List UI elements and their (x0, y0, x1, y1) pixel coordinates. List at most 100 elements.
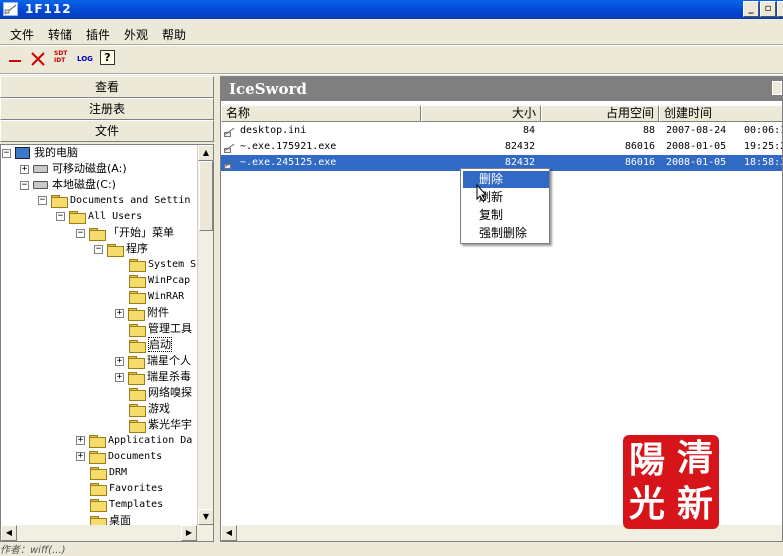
tree-item-my-computer[interactable]: − 我的电脑 (2, 145, 78, 161)
tree-item-templates[interactable]: Templates (90, 497, 163, 513)
tree-label: 我的电脑 (34, 146, 78, 159)
collapse-icon[interactable]: − (76, 228, 85, 238)
scroll-up-icon[interactable]: ▲ (198, 145, 213, 161)
seal-char: 清 (676, 437, 713, 479)
file-icon (223, 124, 237, 137)
log-button[interactable]: LOG (77, 50, 95, 68)
scroll-left-icon[interactable]: ◀ (221, 525, 237, 541)
tree-item-start-menu[interactable]: − 「开始」菜单 (76, 225, 174, 241)
folder-icon (90, 482, 107, 496)
column-header-used[interactable]: 占用空间 (541, 105, 659, 122)
tree-item-local-disk[interactable]: − 本地磁盘(C:) (20, 177, 116, 193)
collapse-icon[interactable]: − (2, 148, 11, 158)
menu-help[interactable]: 帮助 (162, 26, 186, 43)
seal-char: 陽 (628, 439, 665, 481)
tree-label: System S (148, 259, 197, 270)
file-row[interactable]: desktop.ini 84 88 2007-08-24 00:06:1 (221, 123, 783, 139)
scroll-left-icon[interactable]: ◀ (1, 525, 17, 541)
file-row[interactable]: ~.exe.175921.exe 82432 86016 2008-01-05 … (221, 139, 783, 155)
computer-icon (15, 147, 30, 159)
tree-item-net-sniff[interactable]: 网络嗅探 (129, 385, 192, 401)
nav-view-button[interactable]: 查看 (0, 76, 214, 98)
tree-item-documents-settings[interactable]: − Documents and Settin (38, 193, 190, 209)
collapse-icon[interactable]: − (94, 244, 103, 254)
close-button[interactable] (777, 1, 783, 17)
column-header-size[interactable]: 大小 (421, 105, 541, 122)
file-name: ~.exe.245125.exe (240, 157, 337, 168)
nav-registry-button[interactable]: 注册表 (0, 98, 214, 120)
close-red-icon[interactable] (30, 50, 46, 68)
idt-label: IDT (54, 57, 66, 64)
folder-icon (89, 227, 106, 241)
tree-item-unispim[interactable]: 紫光华宇 (129, 417, 192, 433)
status-bar: 作者：wiff(...) (0, 544, 783, 556)
tree-item-startup[interactable]: 启动 (129, 337, 172, 353)
file-size: 84 (522, 125, 535, 136)
nav-files-button[interactable]: 文件 (0, 120, 214, 142)
menu-plugins[interactable]: 插件 (86, 26, 110, 43)
scroll-down-icon[interactable]: ▼ (198, 509, 213, 525)
tree-item-winrar[interactable]: WinRAR (129, 289, 184, 305)
expand-icon[interactable]: + (76, 435, 85, 445)
tree-label: 启动 (148, 337, 172, 352)
tree-item-games[interactable]: 游戏 (129, 401, 170, 417)
title-bar: 1F112 _ ▫ (0, 0, 783, 19)
menu-appearance[interactable]: 外观 (124, 26, 148, 43)
tree-vertical-scrollbar[interactable]: ▲ ▼ (197, 145, 213, 525)
tree-label: Documents (108, 451, 163, 462)
menu-file[interactable]: 文件 (10, 26, 34, 43)
column-header-name[interactable]: 名称 (221, 105, 421, 122)
tree-item-accessories[interactable]: + 附件 (115, 305, 169, 321)
menu-bar: 文件 转储 插件 外观 帮助 (0, 21, 783, 45)
file-time: 19:25:2 (744, 141, 783, 152)
file-time: 00:06:1 (744, 125, 783, 136)
scroll-right-icon[interactable]: ▶ (181, 525, 197, 541)
restore-button[interactable]: ▫ (760, 1, 776, 17)
expand-icon[interactable]: + (115, 372, 124, 382)
expand-icon[interactable]: + (20, 164, 29, 174)
folder-icon (129, 339, 146, 353)
folder-icon (90, 466, 107, 480)
tree-item-removable-disk[interactable]: + 可移动磁盘(A:) (20, 161, 127, 177)
scroll-thumb[interactable] (199, 161, 213, 231)
collapse-icon[interactable]: − (56, 211, 65, 221)
folder-icon (128, 371, 145, 385)
menu-dump[interactable]: 转储 (48, 26, 72, 43)
context-copy[interactable]: 复制 (463, 207, 549, 224)
tree-item-all-users[interactable]: − All Users (56, 209, 142, 225)
pane-header: IceSword (221, 77, 782, 101)
column-header-created[interactable]: 创建时间 (659, 105, 782, 122)
tree-item-rising-av[interactable]: + 瑞星杀毒 (115, 369, 191, 385)
minus-icon[interactable] (8, 50, 22, 68)
expand-icon[interactable]: + (76, 451, 85, 461)
folder-icon (51, 194, 68, 208)
tree-item-application-data[interactable]: + Application Da (76, 433, 192, 449)
tree-label: 「开始」菜单 (108, 226, 174, 239)
tree-horizontal-scrollbar[interactable]: ◀ ▶ (1, 525, 213, 541)
sdt-button[interactable]: SDT IDT (54, 50, 70, 68)
toolbar-divider (0, 73, 783, 75)
file-name: ~.exe.175921.exe (240, 141, 337, 152)
drive-icon (33, 181, 48, 189)
tree-item-winpcap[interactable]: WinPcap (129, 273, 190, 289)
tree-item-admin-tools[interactable]: 管理工具 (129, 321, 192, 337)
context-force-delete[interactable]: 强制删除 (463, 225, 549, 242)
folder-icon (129, 387, 146, 401)
collapse-icon[interactable]: − (38, 195, 47, 205)
folder-icon (129, 419, 146, 433)
folder-icon (69, 210, 86, 224)
collapse-icon[interactable]: − (20, 180, 29, 190)
minimize-button[interactable]: _ (743, 1, 759, 17)
tree-item-documents[interactable]: + Documents (76, 449, 162, 465)
tree-item-programs[interactable]: − 程序 (94, 241, 148, 257)
tree-item-system-s[interactable]: System S (129, 257, 196, 273)
tree-item-favorites[interactable]: Favorites (90, 481, 163, 497)
pane-button[interactable] (772, 81, 782, 95)
help-icon[interactable]: ? (100, 50, 115, 65)
file-time: 18:58:3 (744, 157, 783, 168)
expand-icon[interactable]: + (115, 356, 124, 366)
tree-item-drm[interactable]: DRM (90, 465, 127, 481)
tree-item-rising-personal[interactable]: + 瑞星个人 (115, 353, 191, 369)
tree-label: All Users (88, 211, 143, 222)
expand-icon[interactable]: + (115, 308, 124, 318)
